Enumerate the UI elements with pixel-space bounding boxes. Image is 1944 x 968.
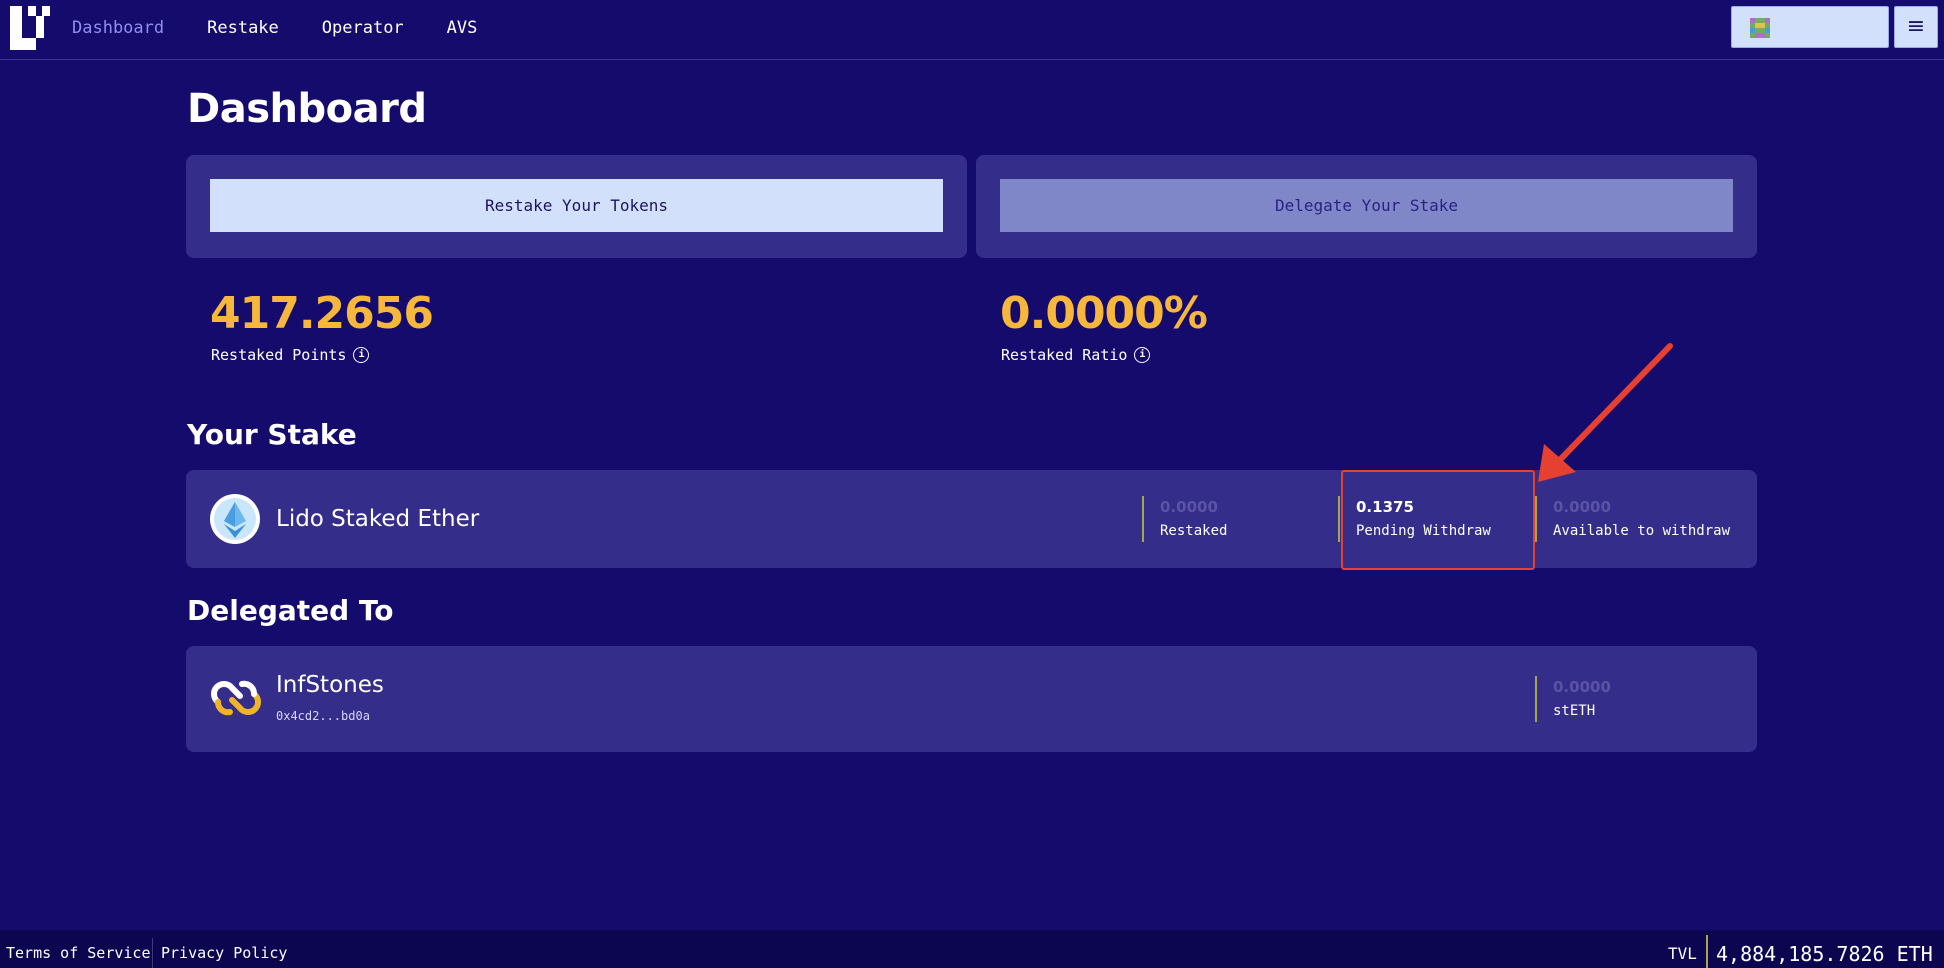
terms-of-service-link[interactable]: Terms of Service	[6, 944, 151, 962]
restaked-ratio-label: Restaked Ratio i	[1001, 346, 1151, 364]
eigenlayer-logo-icon[interactable]	[10, 6, 50, 50]
operator-name: InfStones	[276, 672, 384, 698]
privacy-policy-link[interactable]: Privacy Policy	[161, 944, 287, 962]
nav-item-operator[interactable]: Operator	[322, 18, 404, 38]
tvl-label: TVL	[1668, 944, 1697, 963]
nav-item-restake[interactable]: Restake	[207, 18, 279, 38]
your-stake-heading: Your Stake	[187, 418, 357, 451]
restaked-points-label-text: Restaked Points	[211, 346, 347, 364]
restaked-label: Restaked	[1160, 523, 1228, 539]
pixel-avatar-icon	[1750, 18, 1770, 38]
delegate-your-stake-button[interactable]: Delegate Your Stake	[1000, 179, 1733, 232]
available-to-withdraw-value: 0.0000	[1553, 498, 1611, 516]
highlight-callout-box	[1341, 470, 1535, 570]
restaked-ratio-label-text: Restaked Ratio	[1001, 346, 1128, 364]
page-title: Dashboard	[187, 86, 427, 132]
restaked-value: 0.0000	[1160, 498, 1218, 516]
delegated-amount-label: stETH	[1553, 703, 1596, 719]
hamburger-menu-icon: ≡	[1906, 14, 1926, 39]
restaked-points-value: 417.2656	[210, 288, 434, 339]
wallet-button[interactable]	[1731, 6, 1889, 48]
restaked-points-label: Restaked Points i	[211, 346, 370, 364]
available-to-withdraw-metric: 0.0000 Available to withdraw	[1535, 496, 1730, 542]
nav-item-avs[interactable]: AVS	[447, 18, 478, 38]
delegated-amount-value: 0.0000	[1553, 678, 1611, 696]
red-arrow-icon	[1538, 343, 1673, 482]
footer: Terms of Service Privacy Policy TVL 4,88…	[0, 930, 1944, 968]
menu-button[interactable]: ≡	[1894, 6, 1938, 48]
available-to-withdraw-label: Available to withdraw	[1553, 523, 1731, 539]
delegated-to-heading: Delegated To	[187, 594, 394, 627]
restake-card: Restake Your Tokens	[186, 155, 967, 258]
top-nav-bar: Dashboard Restake Operator AVS ≡	[0, 0, 1944, 60]
operator-address: 0x4cd2...bd0a	[276, 709, 370, 723]
delegated-amount-metric: 0.0000 stETH	[1535, 676, 1611, 722]
tvl-divider	[1706, 935, 1708, 968]
footer-divider	[152, 938, 153, 968]
nav-item-dashboard[interactable]: Dashboard	[72, 18, 164, 38]
token-name: Lido Staked Ether	[276, 506, 480, 532]
infstones-icon	[211, 680, 261, 716]
restaked-ratio-value: 0.0000%	[1000, 288, 1208, 339]
delegate-card: Delegate Your Stake	[976, 155, 1757, 258]
steth-icon	[210, 494, 260, 544]
info-icon[interactable]: i	[1134, 347, 1151, 363]
restaked-metric: 0.0000 Restaked	[1142, 496, 1227, 542]
main-nav: Dashboard Restake Operator AVS	[72, 0, 477, 56]
restake-your-tokens-button[interactable]: Restake Your Tokens	[210, 179, 943, 232]
tvl-value: 4,884,185.7826 ETH	[1716, 942, 1933, 966]
info-icon[interactable]: i	[353, 347, 370, 363]
delegated-operator-row[interactable]: InfStones 0x4cd2...bd0a 0.0000 stETH	[186, 646, 1757, 752]
